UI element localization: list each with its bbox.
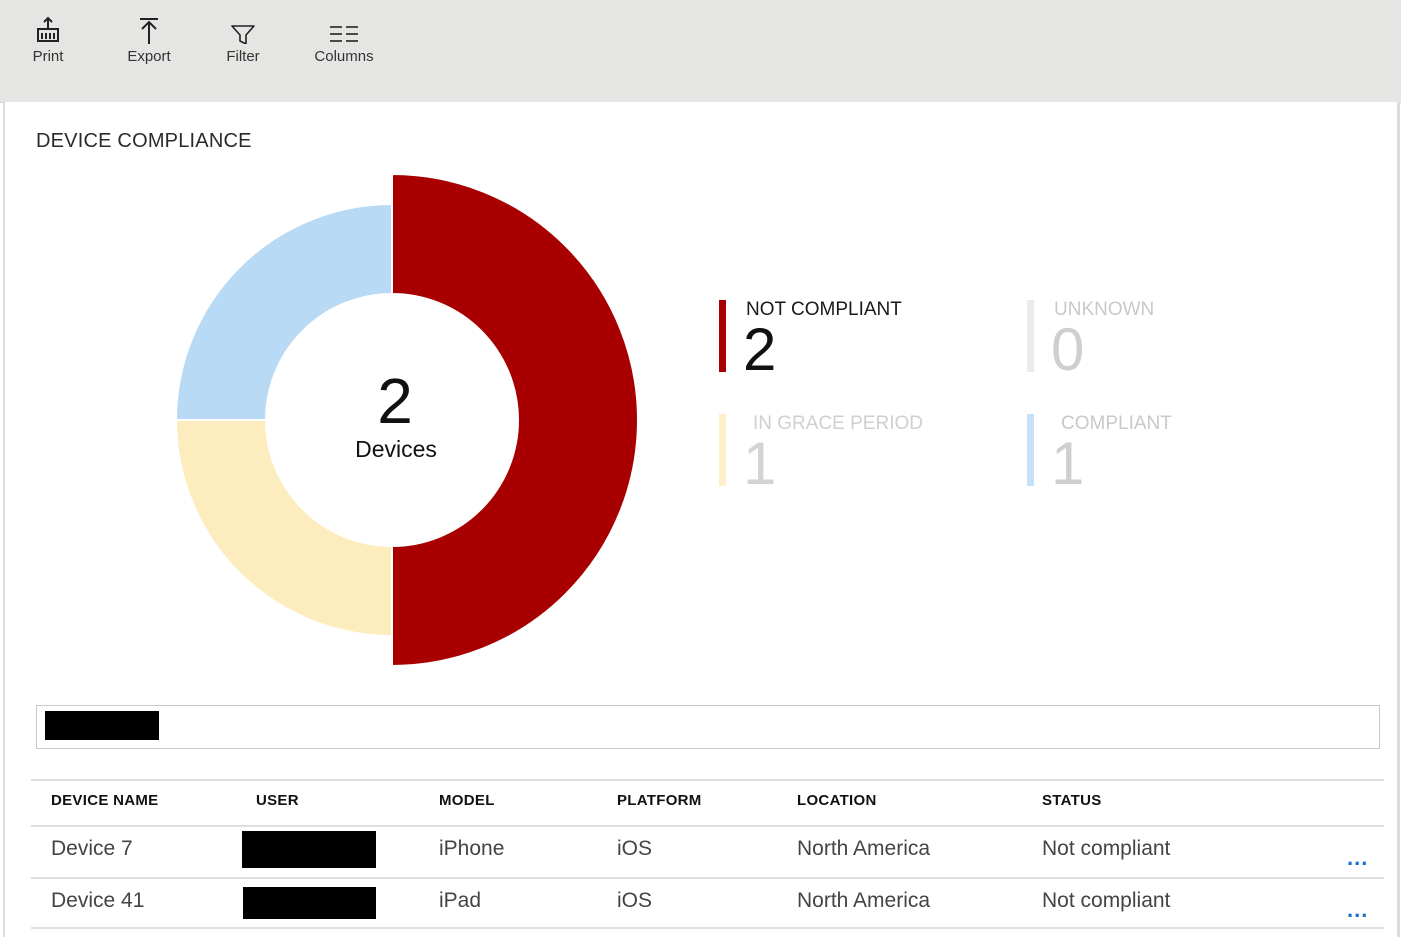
cell-status: Not compliant [1042, 889, 1171, 912]
cell-location: North America [797, 889, 931, 912]
print-button[interactable]: Print [28, 14, 68, 66]
redacted-text [45, 711, 159, 740]
cell-platform: iOS [617, 889, 653, 912]
print-label: Print [32, 48, 64, 65]
legend-value: 2 [743, 316, 777, 383]
cell-device-name: Device 41 [51, 889, 145, 912]
table-row[interactable]: Device 41 iPad iOS North America Not com… [31, 879, 1384, 927]
column-header-location[interactable]: LOCATION [797, 792, 877, 809]
legend-color-bar [719, 300, 726, 372]
filter-icon [223, 14, 263, 44]
cell-status: Not compliant [1042, 837, 1171, 860]
search-input[interactable] [36, 705, 1380, 749]
columns-label: Columns [314, 48, 374, 65]
legend-value: 1 [1051, 430, 1085, 497]
legend-color-bar [719, 414, 726, 486]
columns-button[interactable]: Columns [312, 14, 376, 66]
export-icon [124, 14, 174, 44]
column-header-device-name[interactable]: DEVICE NAME [51, 792, 158, 809]
cell-model: iPhone [439, 837, 505, 860]
legend-compliant[interactable]: COMPLIANT 1 [1027, 414, 1287, 494]
legend-in-grace-period[interactable]: IN GRACE PERIOD 1 [719, 414, 979, 494]
legend-color-bar [1027, 414, 1034, 486]
columns-icon [312, 14, 376, 44]
redacted-user [242, 831, 376, 868]
legend-label: IN GRACE PERIOD [753, 413, 923, 434]
table-row[interactable]: Device 7 iPhone iOS North America Not co… [31, 827, 1384, 877]
filter-button[interactable]: Filter [223, 14, 263, 66]
legend-not-compliant[interactable]: NOT COMPLIANT 2 [719, 300, 979, 380]
device-count: 2 [377, 365, 413, 437]
row-rule [31, 927, 1384, 929]
cell-location: North America [797, 837, 931, 860]
legend-color-bar [1027, 300, 1034, 372]
section-title: DEVICE COMPLIANCE [36, 130, 252, 152]
filter-label: Filter [226, 48, 260, 65]
more-options-button[interactable]: ... [1347, 897, 1368, 923]
legend-unknown[interactable]: UNKNOWN 0 [1027, 300, 1287, 380]
column-header-user[interactable]: USER [256, 792, 299, 809]
export-button[interactable]: Export [124, 14, 174, 66]
command-bar: Print Export Filter Columns [0, 0, 1401, 103]
column-header-platform[interactable]: PLATFORM [617, 792, 702, 809]
column-header-status[interactable]: STATUS [1042, 792, 1102, 809]
redacted-user [243, 887, 376, 919]
more-options-button[interactable]: ... [1347, 845, 1368, 871]
print-icon [28, 14, 68, 44]
column-header-model[interactable]: MODEL [439, 792, 495, 809]
cell-platform: iOS [617, 837, 653, 860]
export-label: Export [127, 48, 171, 65]
table-top-rule [31, 779, 1384, 781]
device-count-label: Devices [355, 436, 437, 462]
cell-device-name: Device 7 [51, 837, 133, 860]
cell-model: iPad [439, 889, 482, 912]
legend-value: 1 [743, 430, 777, 497]
legend-value: 0 [1051, 316, 1085, 383]
